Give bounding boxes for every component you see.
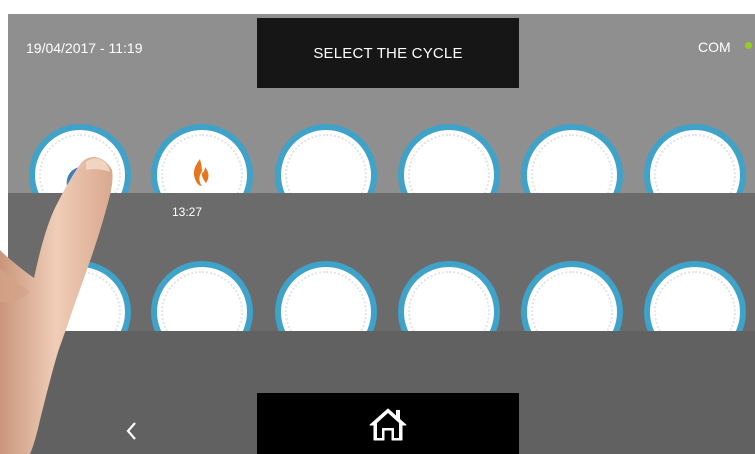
cycle-dial-4[interactable] [398,124,500,193]
cycle-dial-3[interactable] [275,124,377,193]
home-icon [369,408,407,440]
cycle-row-1 [0,0,755,193]
cycle-dial-11[interactable] [521,261,623,331]
cycle-dial-1[interactable] [29,124,131,193]
cycle-selection-screen: 19/04/2017 - 11:19 SELECT THE CYCLE COM … [0,0,755,454]
cycle-dial-12[interactable] [644,261,746,331]
cycle-dial-10[interactable] [398,261,500,331]
cycle-dial-5[interactable] [521,124,623,193]
chevron-left-icon [126,422,136,440]
cycle-row-2 [0,193,755,331]
home-button[interactable] [257,393,519,454]
flame-icon [193,159,209,186]
cycle-dial-2[interactable] [151,124,253,193]
cycle-dial-6[interactable] [644,124,746,193]
partial-blue-arc-icon [66,166,89,186]
cycle-dial-7[interactable] [29,261,131,331]
cycle-dial-8[interactable] [151,261,253,331]
back-button[interactable] [117,416,147,446]
cycle-dial-9[interactable] [275,261,377,331]
